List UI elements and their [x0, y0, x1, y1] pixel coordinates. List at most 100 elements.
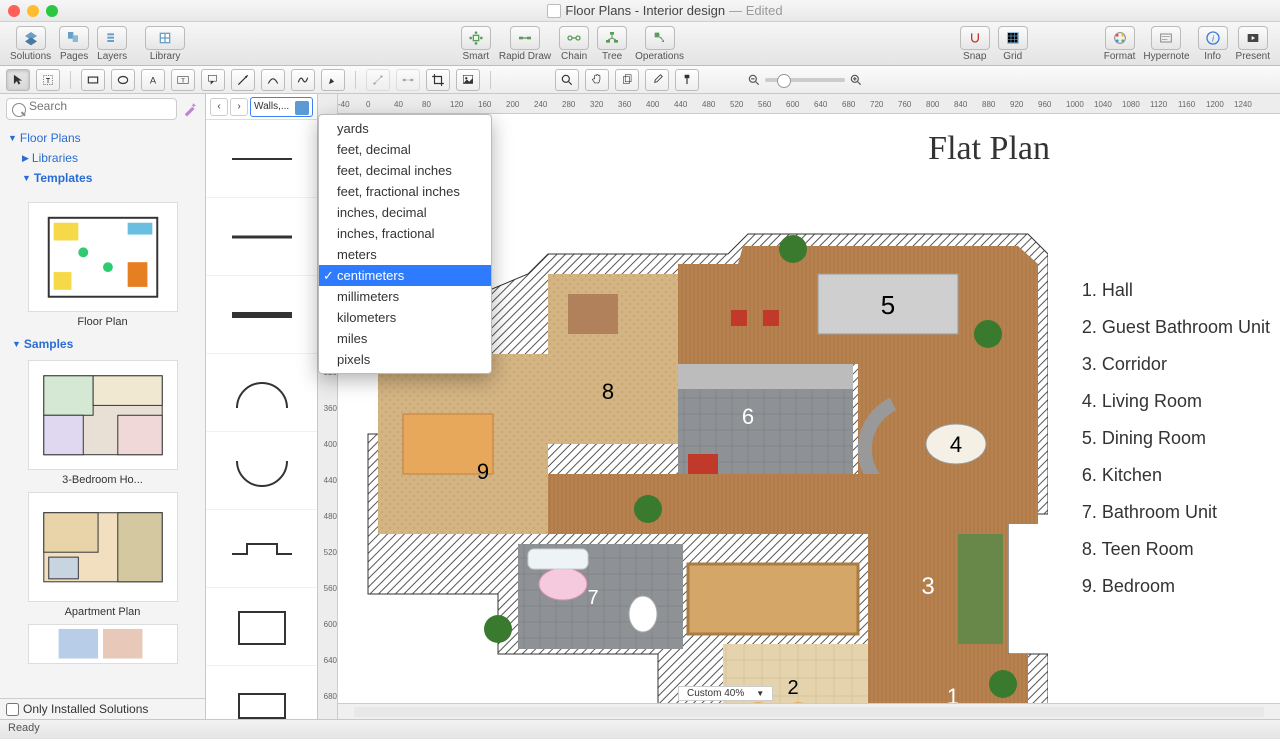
- nav-samples[interactable]: Samples: [0, 334, 201, 354]
- close-icon[interactable]: [8, 5, 20, 17]
- nav-floor-plans[interactable]: Floor Plans: [8, 128, 197, 148]
- unit-option[interactable]: kilometers: [319, 307, 491, 328]
- copy-tool[interactable]: [615, 69, 639, 91]
- layers-button[interactable]: Layers: [97, 26, 127, 62]
- legend-item: 9. Bedroom: [1082, 576, 1270, 597]
- unit-option[interactable]: inches, fractional: [319, 223, 491, 244]
- shape-wall-med[interactable]: [206, 198, 317, 276]
- document-icon: [547, 4, 561, 18]
- present-button[interactable]: Present: [1236, 26, 1270, 62]
- only-installed-checkbox[interactable]: Only Installed Solutions: [0, 698, 205, 719]
- shape-room-2[interactable]: [206, 666, 317, 719]
- connect-tool[interactable]: [396, 69, 420, 91]
- grid-button[interactable]: Grid: [998, 26, 1028, 62]
- legend-item: 7. Bathroom Unit: [1082, 502, 1270, 523]
- solutions-button[interactable]: Solutions: [10, 26, 51, 62]
- unit-option[interactable]: miles: [319, 328, 491, 349]
- operations-button[interactable]: Operations: [635, 26, 684, 62]
- text-select-tool[interactable]: T: [36, 69, 60, 91]
- sample-apartment[interactable]: Apartment Plan: [8, 492, 197, 618]
- unit-option[interactable]: meters: [319, 244, 491, 265]
- hypernote-button[interactable]: Hypernote: [1143, 26, 1189, 62]
- checkbox[interactable]: [6, 703, 19, 716]
- zoom-out-icon[interactable]: [747, 73, 761, 87]
- shape-wall-thin[interactable]: [206, 120, 317, 198]
- titlebar: Floor Plans - Interior design — Edited: [0, 0, 1280, 22]
- edit-points-tool[interactable]: [366, 69, 390, 91]
- zoom-label[interactable]: Custom 40%▼: [678, 686, 773, 701]
- window-title: Floor Plans - Interior design — Edited: [58, 3, 1272, 18]
- shapes-category-select[interactable]: Walls,...: [250, 97, 313, 117]
- unit-option[interactable]: feet, decimal: [319, 139, 491, 160]
- snap-button[interactable]: Snap: [960, 26, 990, 62]
- line-tool[interactable]: [231, 69, 255, 91]
- zoom-slider[interactable]: [747, 73, 863, 87]
- left-sidebar: Floor Plans Libraries Templates Floor Pl…: [0, 94, 206, 719]
- main-toolbar: Solutions Pages Layers Library Smart Rap…: [0, 22, 1280, 66]
- nav-templates[interactable]: Templates: [8, 168, 197, 188]
- sample-3bedroom[interactable]: 3-Bedroom Ho...: [8, 360, 197, 486]
- svg-text:i: i: [1212, 33, 1215, 43]
- unit-option[interactable]: pixels: [319, 349, 491, 370]
- smart-button[interactable]: Smart: [461, 26, 491, 62]
- horizontal-scrollbar[interactable]: [338, 703, 1280, 719]
- rect-tool[interactable]: [81, 69, 105, 91]
- pen-tool[interactable]: [321, 69, 345, 91]
- textbox-tool[interactable]: T: [171, 69, 195, 91]
- shape-room[interactable]: [206, 588, 317, 666]
- svg-text:7: 7: [587, 587, 598, 609]
- shape-arc-down[interactable]: [206, 432, 317, 510]
- ellipse-tool[interactable]: [111, 69, 135, 91]
- svg-text:A: A: [150, 75, 157, 85]
- status-bar: Ready: [0, 719, 1280, 739]
- zoom-tool[interactable]: [555, 69, 579, 91]
- spline-tool[interactable]: [291, 69, 315, 91]
- shape-opening[interactable]: [206, 510, 317, 588]
- format-button[interactable]: Format: [1104, 26, 1136, 62]
- info-button[interactable]: iInfo: [1198, 26, 1228, 62]
- pan-tool[interactable]: [585, 69, 609, 91]
- eyedropper-tool[interactable]: [645, 69, 669, 91]
- crop-tool[interactable]: [426, 69, 450, 91]
- wand-icon[interactable]: [181, 100, 199, 118]
- template-floor-plan[interactable]: Floor Plan: [8, 202, 197, 328]
- edited-label: — Edited: [729, 3, 782, 18]
- shapes-back[interactable]: ‹: [210, 98, 228, 116]
- library-button[interactable]: Library: [145, 26, 185, 62]
- nav-libraries[interactable]: Libraries: [8, 148, 197, 168]
- horizontal-ruler: -400408012016020024028032036040044048052…: [338, 94, 1280, 114]
- unit-option[interactable]: inches, decimal: [319, 202, 491, 223]
- zoom-in-icon[interactable]: [849, 73, 863, 87]
- svg-text:5: 5: [881, 290, 895, 320]
- text-tool[interactable]: A: [141, 69, 165, 91]
- zoom-icon[interactable]: [46, 5, 58, 17]
- unit-option[interactable]: millimeters: [319, 286, 491, 307]
- minimize-icon[interactable]: [27, 5, 39, 17]
- rapid-draw-button[interactable]: Rapid Draw: [499, 26, 551, 62]
- templates-list: Floor Plan Samples 3-Bedroom Ho... Apart…: [0, 192, 205, 698]
- legend-item: 2. Guest Bathroom Unit: [1082, 317, 1270, 338]
- unit-option[interactable]: yards: [319, 118, 491, 139]
- chain-button[interactable]: Chain: [559, 26, 589, 62]
- curve-tool[interactable]: [261, 69, 285, 91]
- svg-text:2: 2: [787, 677, 798, 699]
- pages-button[interactable]: Pages: [59, 26, 89, 62]
- shapes-forward[interactable]: ›: [230, 98, 248, 116]
- unit-option[interactable]: feet, fractional inches: [319, 181, 491, 202]
- callout-tool[interactable]: [201, 69, 225, 91]
- sample-more[interactable]: [8, 624, 197, 664]
- svg-text:9: 9: [477, 459, 489, 484]
- select-tool[interactable]: [6, 69, 30, 91]
- search-input[interactable]: [6, 98, 177, 120]
- shape-arc-up[interactable]: [206, 354, 317, 432]
- tree-button[interactable]: Tree: [597, 26, 627, 62]
- main-area: Floor Plans Libraries Templates Floor Pl…: [0, 94, 1280, 719]
- drawing-toolbar: T A T: [0, 66, 1280, 94]
- legend-item: 3. Corridor: [1082, 354, 1270, 375]
- format-painter-tool[interactable]: [675, 69, 699, 91]
- shape-wall-thick[interactable]: [206, 276, 317, 354]
- unit-option[interactable]: feet, decimal inches: [319, 160, 491, 181]
- insert-tool[interactable]: [456, 69, 480, 91]
- unit-option[interactable]: centimeters: [319, 265, 491, 286]
- legend-item: 1. Hall: [1082, 280, 1270, 301]
